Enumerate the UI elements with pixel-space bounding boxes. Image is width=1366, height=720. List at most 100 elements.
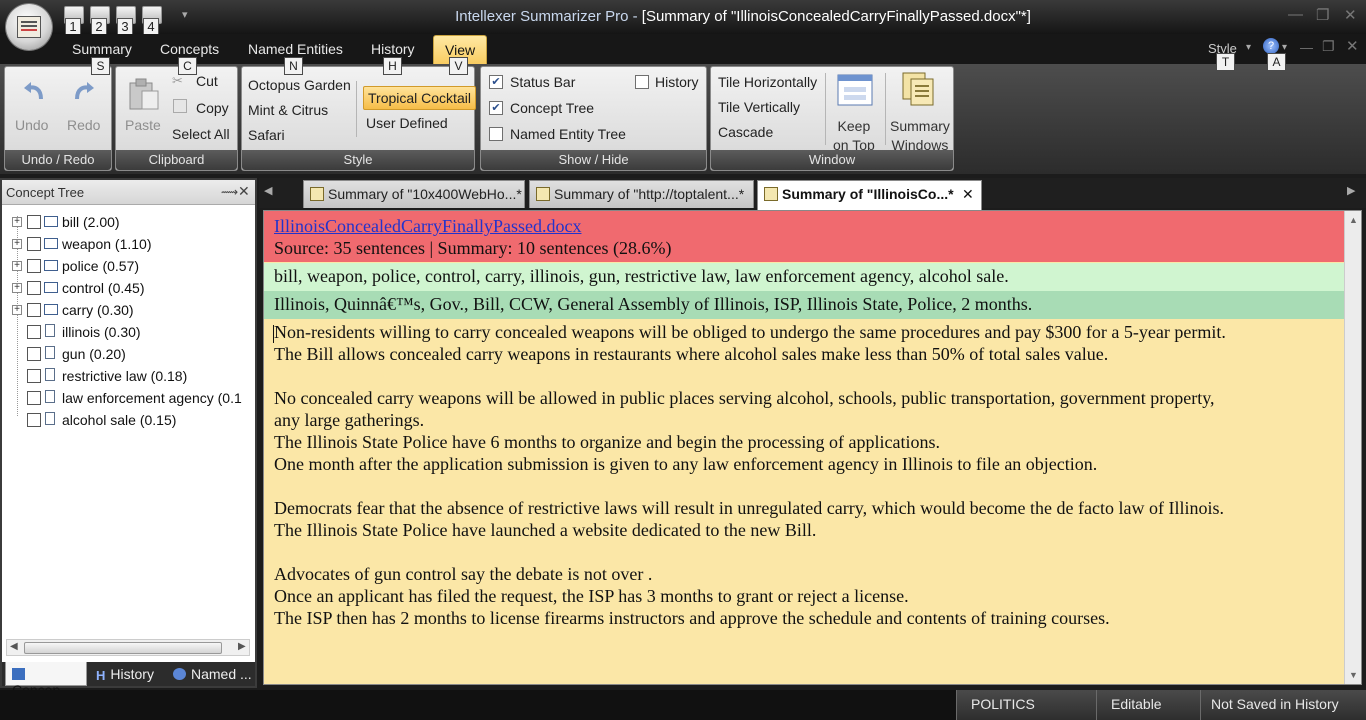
- redo-button[interactable]: Redo: [67, 117, 100, 133]
- named-entity-tree-checkbox[interactable]: [489, 127, 503, 141]
- group-label-undo-redo: Undo / Redo: [5, 150, 111, 170]
- style-octopus-garden[interactable]: Octopus Garden: [248, 77, 351, 93]
- scroll-left-icon[interactable]: ◀: [10, 641, 18, 652]
- tree-item[interactable]: illinois (0.30): [2, 322, 254, 344]
- maximize-icon[interactable]: ❐: [1316, 6, 1329, 24]
- help-dropdown-icon[interactable]: ▾: [1282, 42, 1287, 53]
- select-all-button[interactable]: Select All: [172, 126, 230, 142]
- tab-summary[interactable]: Summary: [72, 41, 132, 57]
- doc-tab-label: Summary of "http://toptalent...*: [554, 186, 745, 202]
- tree-item-label: alcohol sale (0.15): [62, 412, 177, 428]
- paste-icon[interactable]: [126, 77, 162, 111]
- tab-concepts[interactable]: Concepts: [160, 41, 219, 57]
- tab-named-entities[interactable]: Named Entities: [248, 41, 343, 57]
- tree-item-label: restrictive law (0.18): [62, 368, 188, 384]
- panel-close-icon[interactable]: ✕: [238, 183, 250, 200]
- tab-close-icon[interactable]: ✕: [962, 186, 974, 203]
- help-icon[interactable]: ?: [1263, 38, 1279, 54]
- style-user-defined[interactable]: User Defined: [366, 115, 448, 131]
- tree-item[interactable]: gun (0.20): [2, 344, 254, 366]
- copy-button[interactable]: Copy: [196, 100, 229, 116]
- tree-checkbox[interactable]: [27, 413, 41, 427]
- tile-vertically-button[interactable]: Tile Vertically: [718, 99, 800, 115]
- tree-item-label: carry (0.30): [62, 302, 134, 318]
- paste-button[interactable]: Paste: [125, 117, 161, 133]
- tree-item[interactable]: + police (0.57): [2, 256, 254, 278]
- expand-icon[interactable]: +: [12, 283, 22, 293]
- app-menu-button[interactable]: [6, 4, 52, 50]
- summary-document[interactable]: IllinoisConcealedCarryFinallyPassed.docx…: [263, 210, 1362, 685]
- tree-checkbox[interactable]: [27, 391, 41, 405]
- doc-tab[interactable]: Summary of "http://toptalent...*: [529, 180, 754, 208]
- style-mint-citrus[interactable]: Mint & Citrus: [248, 102, 328, 118]
- scroll-right-icon[interactable]: ▶: [238, 641, 246, 652]
- document-tabs: ◀ Summary of "10x400WebHo...* Summary of…: [259, 178, 1366, 210]
- document-link[interactable]: IllinoisConcealedCarryFinallyPassed.docx: [274, 216, 581, 237]
- style-separator: [356, 81, 357, 137]
- filename-link[interactable]: IllinoisConcealedCarryFinallyPassed.docx: [274, 216, 581, 236]
- tab-named-entities-panel-label: Named ...: [191, 666, 252, 682]
- undo-icon[interactable]: [21, 79, 47, 105]
- expand-icon[interactable]: +: [12, 217, 22, 227]
- mdi-restore-icon[interactable]: ❐: [1322, 38, 1335, 55]
- undo-button[interactable]: Undo: [15, 117, 48, 133]
- tree-checkbox[interactable]: [27, 215, 41, 229]
- doc-tab-active[interactable]: Summary of "IllinoisCo...* ✕: [757, 180, 982, 210]
- tree-item[interactable]: restrictive law (0.18): [2, 366, 254, 388]
- tile-horizontally-button[interactable]: Tile Horizontally: [718, 74, 817, 90]
- keep-on-top-icon[interactable]: [836, 71, 876, 109]
- tree-checkbox[interactable]: [27, 237, 41, 251]
- scroll-up-icon[interactable]: ▲: [1349, 215, 1358, 225]
- tree-checkbox[interactable]: [27, 325, 41, 339]
- expand-icon[interactable]: +: [12, 239, 22, 249]
- tree-item-label: control (0.45): [62, 280, 145, 296]
- tree-item[interactable]: alcohol sale (0.15): [2, 410, 254, 432]
- tab-named-entities-panel[interactable]: Named ...: [173, 662, 252, 686]
- tree-item[interactable]: law enforcement agency (0.1: [2, 388, 254, 410]
- tabs-scroll-left-icon[interactable]: ◀: [264, 184, 272, 197]
- style-dropdown-icon[interactable]: ▾: [1246, 42, 1251, 53]
- pin-icon[interactable]: ⟿: [221, 185, 238, 199]
- tree-checkbox[interactable]: [27, 281, 41, 295]
- tree-item[interactable]: + bill (2.00): [2, 212, 254, 234]
- tree-item[interactable]: + carry (0.30): [2, 300, 254, 322]
- tree-checkbox[interactable]: [27, 303, 41, 317]
- status-bar: POLITICS Editable Not Saved in History: [0, 690, 1366, 720]
- horizontal-scrollbar[interactable]: ◀ ▶: [6, 639, 250, 656]
- cascade-button[interactable]: Cascade: [718, 124, 773, 140]
- keep-on-top-label-1: Keep: [837, 118, 871, 134]
- document-title: [Summary of "IllinoisConcealedCarryFinal…: [641, 8, 1031, 25]
- status-bar-checkbox[interactable]: ✔: [489, 75, 503, 89]
- redo-icon[interactable]: [71, 79, 97, 105]
- tree-checkbox[interactable]: [27, 259, 41, 273]
- doc-tab[interactable]: Summary of "10x400WebHo...*: [303, 180, 525, 208]
- tree-item-label: illinois (0.30): [62, 324, 141, 340]
- tree-item[interactable]: + control (0.45): [2, 278, 254, 300]
- tabs-scroll-right-icon[interactable]: ▶: [1347, 184, 1355, 197]
- tab-history[interactable]: History: [371, 41, 415, 57]
- history-checkbox[interactable]: [635, 75, 649, 89]
- panel-header: Concept Tree ⟿ ✕: [2, 180, 255, 205]
- style-tropical-cocktail[interactable]: Tropical Cocktail: [363, 86, 476, 110]
- tree-item[interactable]: + weapon (1.10): [2, 234, 254, 256]
- summary-line: The Bill allows concealed carry weapons …: [274, 344, 1109, 364]
- tab-concepts-panel[interactable]: Concep...: [5, 662, 87, 698]
- scroll-down-icon[interactable]: ▼: [1349, 670, 1358, 680]
- summary-windows-icon[interactable]: [899, 71, 939, 109]
- vertical-scrollbar[interactable]: ▲ ▼: [1344, 211, 1361, 684]
- cut-button[interactable]: Cut: [196, 73, 218, 89]
- tab-history-panel[interactable]: H History: [96, 662, 154, 686]
- expand-icon[interactable]: +: [12, 305, 22, 315]
- tree-checkbox[interactable]: [27, 347, 41, 361]
- mdi-minimize-icon[interactable]: —: [1300, 40, 1313, 55]
- close-icon[interactable]: ✕: [1344, 6, 1357, 24]
- summary-line: any large gatherings.: [274, 410, 425, 430]
- expand-icon[interactable]: +: [12, 261, 22, 271]
- concept-tree-checkbox[interactable]: ✔: [489, 101, 503, 115]
- tree-checkbox[interactable]: [27, 369, 41, 383]
- scrollbar-thumb[interactable]: [24, 642, 222, 654]
- minimize-icon[interactable]: —: [1288, 6, 1303, 23]
- mdi-close-icon[interactable]: ✕: [1346, 37, 1359, 55]
- style-safari[interactable]: Safari: [248, 127, 285, 143]
- document-icon: [45, 368, 55, 381]
